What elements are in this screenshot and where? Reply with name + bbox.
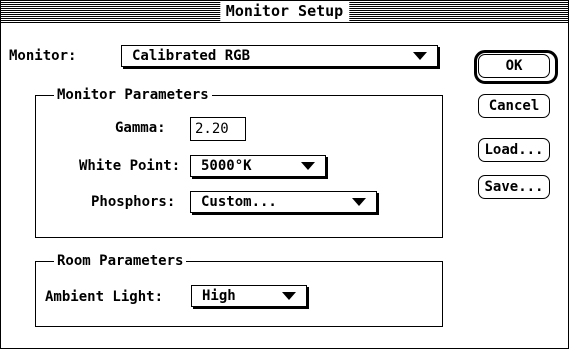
room-parameters-title: Room Parameters	[54, 252, 187, 270]
gamma-field[interactable]: 2.20	[190, 117, 246, 141]
monitor-popup-value: Calibrated RGB	[132, 48, 251, 64]
ambient-light-popup[interactable]: High	[191, 285, 307, 307]
gamma-field-value: 2.20	[195, 121, 229, 137]
chevron-down-icon	[301, 162, 315, 170]
white-point-popup[interactable]: 5000°K	[190, 155, 326, 177]
phosphors-popup-value: Custom...	[201, 194, 277, 210]
chevron-down-icon	[352, 198, 366, 206]
title-bar[interactable]: Monitor Setup	[1, 1, 568, 23]
window-title: Monitor Setup	[219, 2, 350, 21]
chevron-down-icon	[282, 292, 296, 300]
save-button[interactable]: Save...	[478, 175, 550, 199]
monitor-popup[interactable]: Calibrated RGB	[121, 45, 438, 67]
ambient-light-label: Ambient Light:	[45, 289, 164, 305]
cancel-button[interactable]: Cancel	[478, 94, 550, 118]
gamma-label: Gamma:	[115, 120, 166, 136]
ambient-light-popup-value: High	[202, 288, 236, 304]
phosphors-label: Phosphors:	[91, 194, 176, 210]
monitor-setup-dialog: Monitor Setup Monitor: Calibrated RGB Mo…	[0, 0, 569, 349]
white-point-popup-value: 5000°K	[201, 158, 252, 174]
ok-button[interactable]: OK	[478, 54, 550, 78]
white-point-label: White Point:	[79, 158, 181, 174]
monitor-parameters-title: Monitor Parameters	[54, 86, 212, 104]
load-button[interactable]: Load...	[478, 138, 550, 162]
monitor-label: Monitor:	[9, 48, 77, 64]
phosphors-popup[interactable]: Custom...	[190, 191, 377, 213]
chevron-down-icon	[413, 52, 427, 60]
